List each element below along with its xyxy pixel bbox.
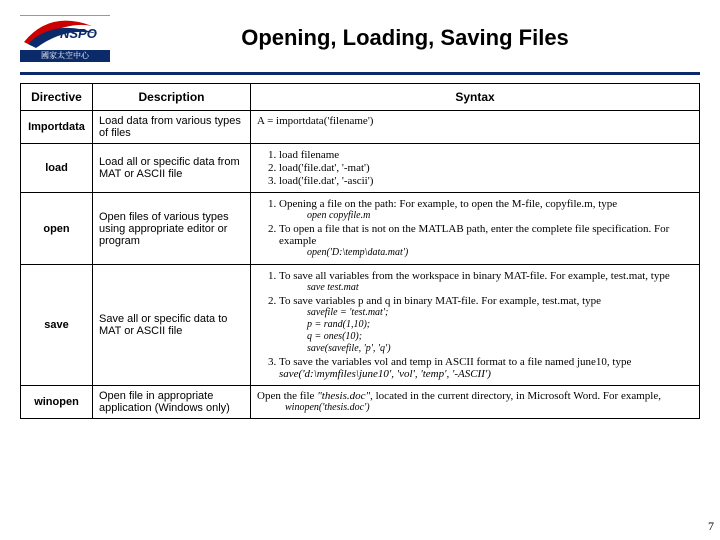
col-header-description: Description (93, 84, 251, 111)
quoted-filename: "thesis.doc" (317, 390, 370, 402)
page-number: 7 (708, 519, 714, 534)
syntax-cell: To save all variables from the workspace… (251, 265, 700, 386)
syntax-item: load filename (279, 149, 693, 161)
col-header-syntax: Syntax (251, 84, 700, 111)
syntax-text: Opening a file on the path: For example,… (279, 198, 617, 210)
example-line: q = ones(10); (307, 331, 693, 343)
directive-cell: Importdata (21, 111, 93, 144)
col-header-directive: Directive (21, 84, 93, 111)
syntax-text: Open the file (257, 390, 317, 402)
example-code: save test.mat (307, 282, 693, 294)
syntax-cell: Open the file "thesis.doc", located in t… (251, 386, 700, 419)
table-row: Importdata Load data from various types … (21, 111, 700, 144)
description-cell: Load all or specific data from MAT or AS… (93, 144, 251, 193)
syntax-cell: A = importdata('filename') (251, 111, 700, 144)
nspo-swoosh-icon: NSPO (20, 16, 110, 50)
example-code: winopen('thesis.doc') (285, 402, 693, 414)
syntax-cell: load filename load('file.dat', '-mat') l… (251, 144, 700, 193)
table-row: load Load all or specific data from MAT … (21, 144, 700, 193)
example-code: savefile = 'test.mat'; p = rand(1,10); q… (307, 307, 693, 355)
logo: NSPO 國家太空中心 (20, 15, 110, 62)
table-row: save Save all or specific data to MAT or… (21, 265, 700, 386)
syntax-text: To save all variables from the workspace… (279, 270, 670, 282)
syntax-text: To save the variables vol and temp in AS… (279, 356, 631, 368)
example-line: p = rand(1,10); (307, 319, 693, 331)
syntax-item: To open a file that is not on the MATLAB… (279, 223, 693, 259)
directive-cell: save (21, 265, 93, 386)
inline-code: save('d:\mymfiles\june10', 'vol', 'temp'… (279, 368, 491, 380)
example-code: open copyfile.m (307, 210, 693, 222)
table-row: open Open files of various types using a… (21, 193, 700, 265)
description-cell: Save all or specific data to MAT or ASCI… (93, 265, 251, 386)
directive-cell: open (21, 193, 93, 265)
page-title: Opening, Loading, Saving Files (110, 25, 700, 51)
syntax-text: To save variables p and q in binary MAT-… (279, 295, 601, 307)
directive-cell: winopen (21, 386, 93, 419)
syntax-item: To save the variables vol and temp in AS… (279, 356, 693, 380)
syntax-item: load('file.dat', '-ascii') (279, 175, 693, 187)
directive-cell: load (21, 144, 93, 193)
syntax-text: To open a file that is not on the MATLAB… (279, 223, 669, 247)
header-divider (20, 72, 700, 75)
example-code: open('D:\temp\data.mat') (307, 247, 693, 259)
syntax-cell: Opening a file on the path: For example,… (251, 193, 700, 265)
syntax-item: load('file.dat', '-mat') (279, 162, 693, 174)
syntax-item: To save all variables from the workspace… (279, 270, 693, 294)
example-line: savefile = 'test.mat'; (307, 307, 693, 319)
logo-subtext: 國家太空中心 (20, 50, 110, 62)
example-line: save(savefile, 'p', 'q') (307, 343, 693, 355)
syntax-text: , located in the current directory, in M… (370, 390, 661, 402)
logo-text: NSPO (60, 26, 97, 41)
table-row: winopen Open file in appropriate applica… (21, 386, 700, 419)
syntax-item: Opening a file on the path: For example,… (279, 198, 693, 222)
description-cell: Open files of various types using approp… (93, 193, 251, 265)
header: NSPO 國家太空中心 Opening, Loading, Saving Fil… (20, 10, 700, 66)
commands-table: Directive Description Syntax Importdata … (20, 83, 700, 419)
description-cell: Open file in appropriate application (Wi… (93, 386, 251, 419)
syntax-item: To save variables p and q in binary MAT-… (279, 295, 693, 355)
description-cell: Load data from various types of files (93, 111, 251, 144)
